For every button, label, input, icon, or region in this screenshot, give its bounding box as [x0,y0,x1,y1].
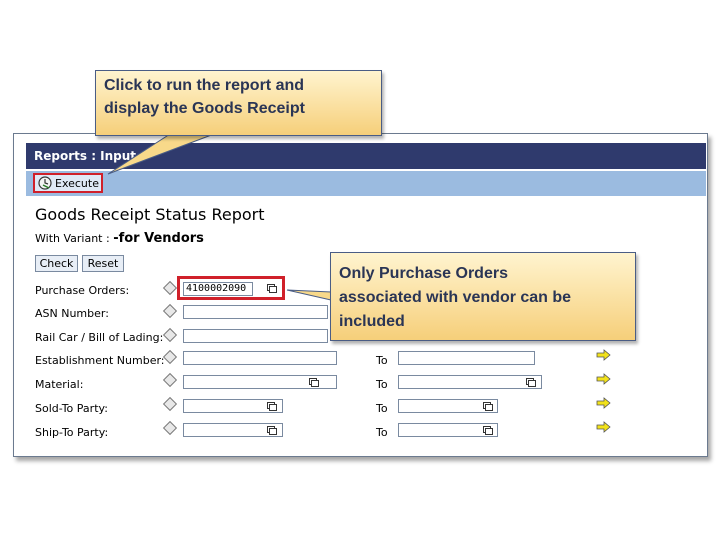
window-titlebar: Reports : Input S [26,143,706,169]
to-label: To [376,354,388,367]
multiple-selection-icon[interactable] [483,426,493,435]
purchase-order-highlight [177,276,285,300]
purchase-orders-label: Purchase Orders: [35,284,130,297]
po-callout-line2: associated with vendor can be [339,289,572,306]
rail-car-from-field[interactable] [183,329,328,343]
report-title: Goods Receipt Status Report [35,205,265,224]
multiple-selection-icon[interactable] [526,378,536,387]
material-label: Material: [35,378,84,391]
purchase-order-callout: Only Purchase Orders associated with ven… [330,252,636,341]
variant-prefix: With Variant : [35,232,114,245]
to-label: To [376,402,388,415]
variant-name: -for Vendors [113,231,204,246]
yellow-arrow-icon[interactable] [596,397,612,409]
material-to-field[interactable] [398,375,542,389]
to-label: To [376,378,388,391]
execute-callout-line2: display the Goods Receipt [104,100,305,117]
establishment-number-from-field[interactable] [183,351,337,365]
execute-button[interactable]: Execute [33,173,103,193]
multiple-selection-icon[interactable] [267,426,277,435]
asn-number-from-field[interactable] [183,305,328,319]
sold-to-party-label: Sold-To Party: [35,402,108,415]
execute-callout: Click to run the report and display the … [95,70,382,136]
reset-button[interactable]: Reset [82,255,124,272]
yellow-arrow-icon[interactable] [596,373,612,385]
po-callout-line1: Only Purchase Orders [339,265,508,282]
application-toolbar [26,171,706,196]
ship-to-party-label: Ship-To Party: [35,426,109,439]
check-button[interactable]: Check [35,255,78,272]
multiple-selection-icon[interactable] [483,402,493,411]
execute-clock-icon [38,176,52,190]
to-label: To [376,426,388,439]
execute-callout-line1: Click to run the report and [104,77,305,94]
asn-number-label: ASN Number: [35,307,109,320]
multiple-selection-icon[interactable] [309,378,319,387]
multiple-selection-icon[interactable] [267,402,277,411]
execute-label: Execute [55,176,99,190]
establishment-number-label: Establishment Number: [35,354,165,367]
window-title: Reports : Input S [34,149,149,163]
yellow-arrow-icon[interactable] [596,349,612,361]
po-callout-line3: included [339,313,405,330]
yellow-arrow-icon[interactable] [596,421,612,433]
establishment-number-to-field[interactable] [398,351,535,365]
rail-car-label: Rail Car / Bill of Lading: [35,331,164,344]
variant-line: With Variant : -for Vendors [35,231,204,246]
